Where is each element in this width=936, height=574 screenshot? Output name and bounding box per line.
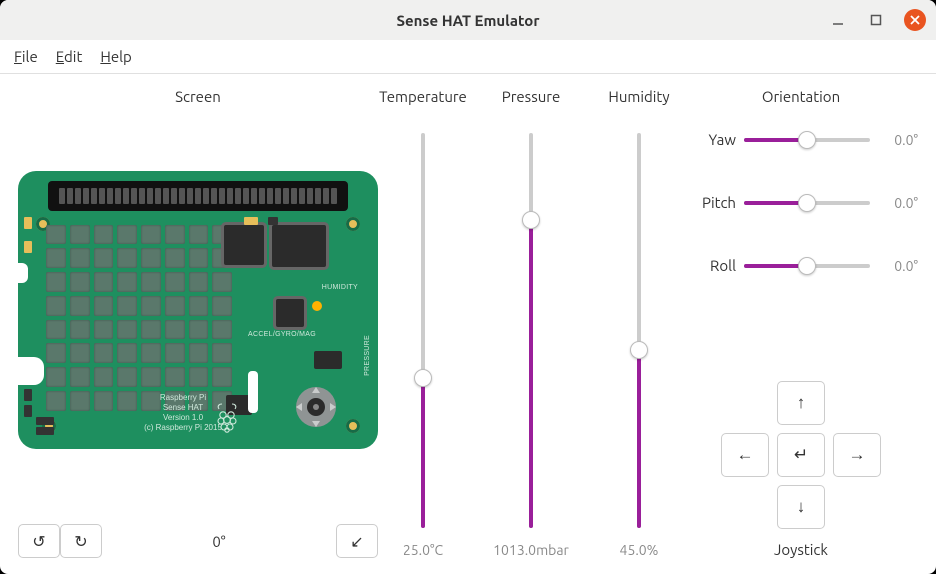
pressure-title: Pressure xyxy=(502,88,560,105)
collapse-button[interactable]: ↙ xyxy=(336,524,378,558)
chip-icon xyxy=(224,225,264,265)
temperature-value: 25.0°C xyxy=(403,542,443,558)
yaw-label: Yaw xyxy=(684,131,736,148)
chip-icon xyxy=(314,351,342,369)
screen-title: Screen xyxy=(175,88,221,105)
window-title: Sense HAT Emulator xyxy=(0,12,936,29)
temperature-title: Temperature xyxy=(379,88,467,105)
board-joystick-icon xyxy=(294,385,338,429)
joystick-enter-button[interactable]: ↵ xyxy=(777,433,825,477)
pressure-value: 1013.0mbar xyxy=(493,542,569,558)
raspberry-pi-logo-icon xyxy=(214,401,240,433)
joystick-pad: ↑ ← ↵ → ↓ xyxy=(684,381,918,529)
gpio-header-icon xyxy=(48,181,348,211)
led-matrix-icon xyxy=(46,225,232,411)
rotate-cw-button[interactable]: ↻ xyxy=(60,524,102,558)
minimize-button[interactable] xyxy=(828,10,848,30)
close-button[interactable] xyxy=(904,9,926,31)
chip-icon xyxy=(276,299,304,327)
sense-hat-board: HUMIDITY PRESSURE ACCEL/GYRO/MAG xyxy=(18,171,378,449)
board-label-humidity: HUMIDITY xyxy=(322,284,358,291)
joystick-title: Joystick xyxy=(684,541,918,558)
roll-label: Roll xyxy=(684,257,736,274)
menu-file[interactable]: File xyxy=(14,48,38,65)
maximize-button[interactable] xyxy=(866,10,886,30)
roll-slider[interactable] xyxy=(744,264,870,268)
menubar: File Edit Help xyxy=(0,40,936,74)
joystick-down-button[interactable]: ↓ xyxy=(777,485,825,529)
humidity-title: Humidity xyxy=(608,88,669,105)
roll-value: 0.0° xyxy=(878,258,918,274)
menu-edit[interactable]: Edit xyxy=(56,48,83,65)
joystick-left-button[interactable]: ← xyxy=(721,433,769,477)
pitch-value: 0.0° xyxy=(878,195,918,211)
yaw-slider[interactable] xyxy=(744,138,870,142)
pressure-slider[interactable] xyxy=(529,133,533,528)
humidity-slider[interactable] xyxy=(637,133,641,528)
yaw-value: 0.0° xyxy=(878,132,918,148)
orientation-title: Orientation xyxy=(684,88,918,105)
board-label-imu: ACCEL/GYRO/MAG xyxy=(248,331,316,338)
pitch-label: Pitch xyxy=(684,194,736,211)
rotate-ccw-button[interactable]: ↺ xyxy=(18,524,60,558)
board-label-pressure: PRESSURE xyxy=(364,335,371,376)
chip-icon xyxy=(272,225,326,267)
joystick-right-button[interactable]: → xyxy=(833,433,881,477)
temperature-slider[interactable] xyxy=(421,133,425,528)
pitch-slider[interactable] xyxy=(744,201,870,205)
humidity-value: 45.0% xyxy=(620,542,659,558)
menu-help[interactable]: Help xyxy=(100,48,131,65)
joystick-up-button[interactable]: ↑ xyxy=(777,381,825,425)
titlebar: Sense HAT Emulator xyxy=(0,0,936,40)
rotation-value: 0° xyxy=(102,533,336,550)
